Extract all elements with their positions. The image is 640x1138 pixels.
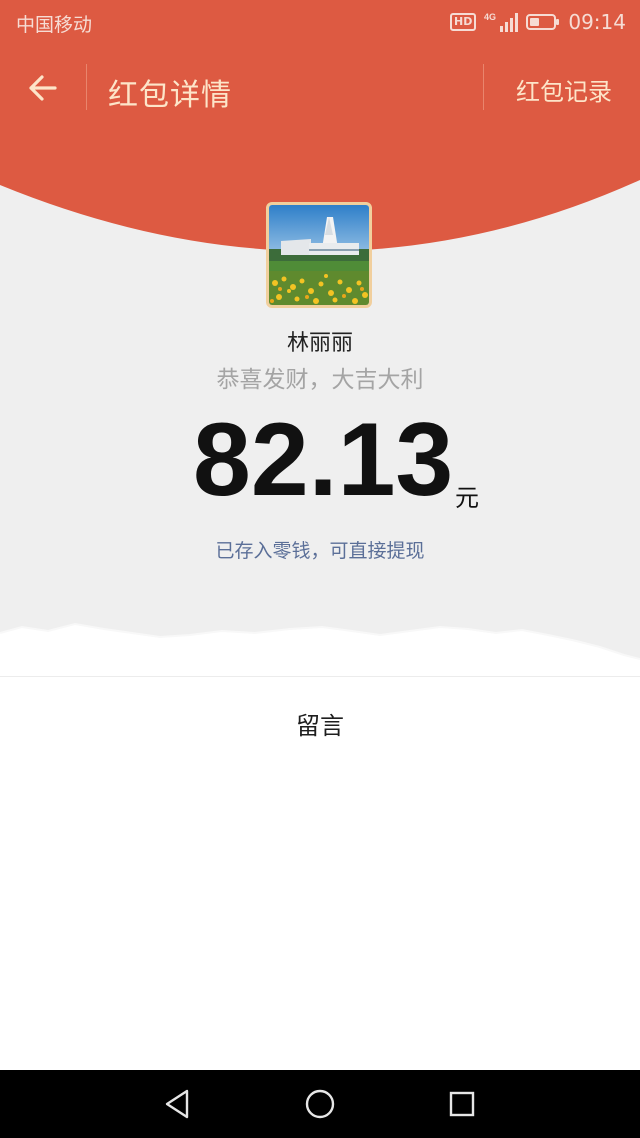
signal-4g-icon: 4G xyxy=(484,12,519,32)
amount-row: 82.13 元 xyxy=(0,400,640,520)
clock: 09:14 xyxy=(568,10,626,34)
red-packet-detail-page: 中国移动 HD 4G 09:14 红包详情 红包记录 林丽丽 恭喜发财，大吉大利… xyxy=(0,0,640,1138)
scenic-building-photo xyxy=(269,205,369,305)
torn-paper-edge xyxy=(0,622,640,675)
red-packet-records-button[interactable]: 红包记录 xyxy=(516,72,612,107)
nav-separator xyxy=(483,64,484,110)
nav-separator xyxy=(86,64,87,110)
amount-value: 82.13 xyxy=(193,402,454,518)
section-divider xyxy=(0,676,640,677)
greeting-message: 恭喜发财，大吉大利 xyxy=(216,367,424,393)
back-button[interactable] xyxy=(22,66,66,110)
page-title: 红包详情 xyxy=(108,78,232,113)
status-indicators: HD 4G 09:14 xyxy=(450,8,626,36)
hd-badge: HD xyxy=(450,13,477,31)
square-recent-icon xyxy=(449,1091,475,1117)
nav-bar: 红包详情 红包记录 xyxy=(0,58,640,118)
system-nav-bar xyxy=(0,1070,640,1138)
svg-text:4G: 4G xyxy=(484,12,496,22)
battery-icon xyxy=(526,14,560,30)
stored-to-balance-link[interactable]: 已存入零钱，可直接提现 xyxy=(0,536,640,563)
carrier-name: 中国移动 xyxy=(16,14,93,36)
arrow-left-icon xyxy=(29,75,57,101)
circle-home-icon xyxy=(305,1089,335,1119)
leave-message-button[interactable]: 留言 xyxy=(0,706,640,741)
triangle-back-icon xyxy=(165,1089,189,1119)
system-home-button[interactable] xyxy=(303,1087,337,1121)
system-back-button[interactable] xyxy=(161,1087,195,1121)
system-recent-apps-button[interactable] xyxy=(445,1087,479,1121)
sender-name: 林丽丽 xyxy=(286,331,353,356)
currency-unit: 元 xyxy=(455,484,479,512)
sender-avatar[interactable] xyxy=(266,202,372,308)
status-bar: 中国移动 HD 4G 09:14 xyxy=(0,0,640,44)
